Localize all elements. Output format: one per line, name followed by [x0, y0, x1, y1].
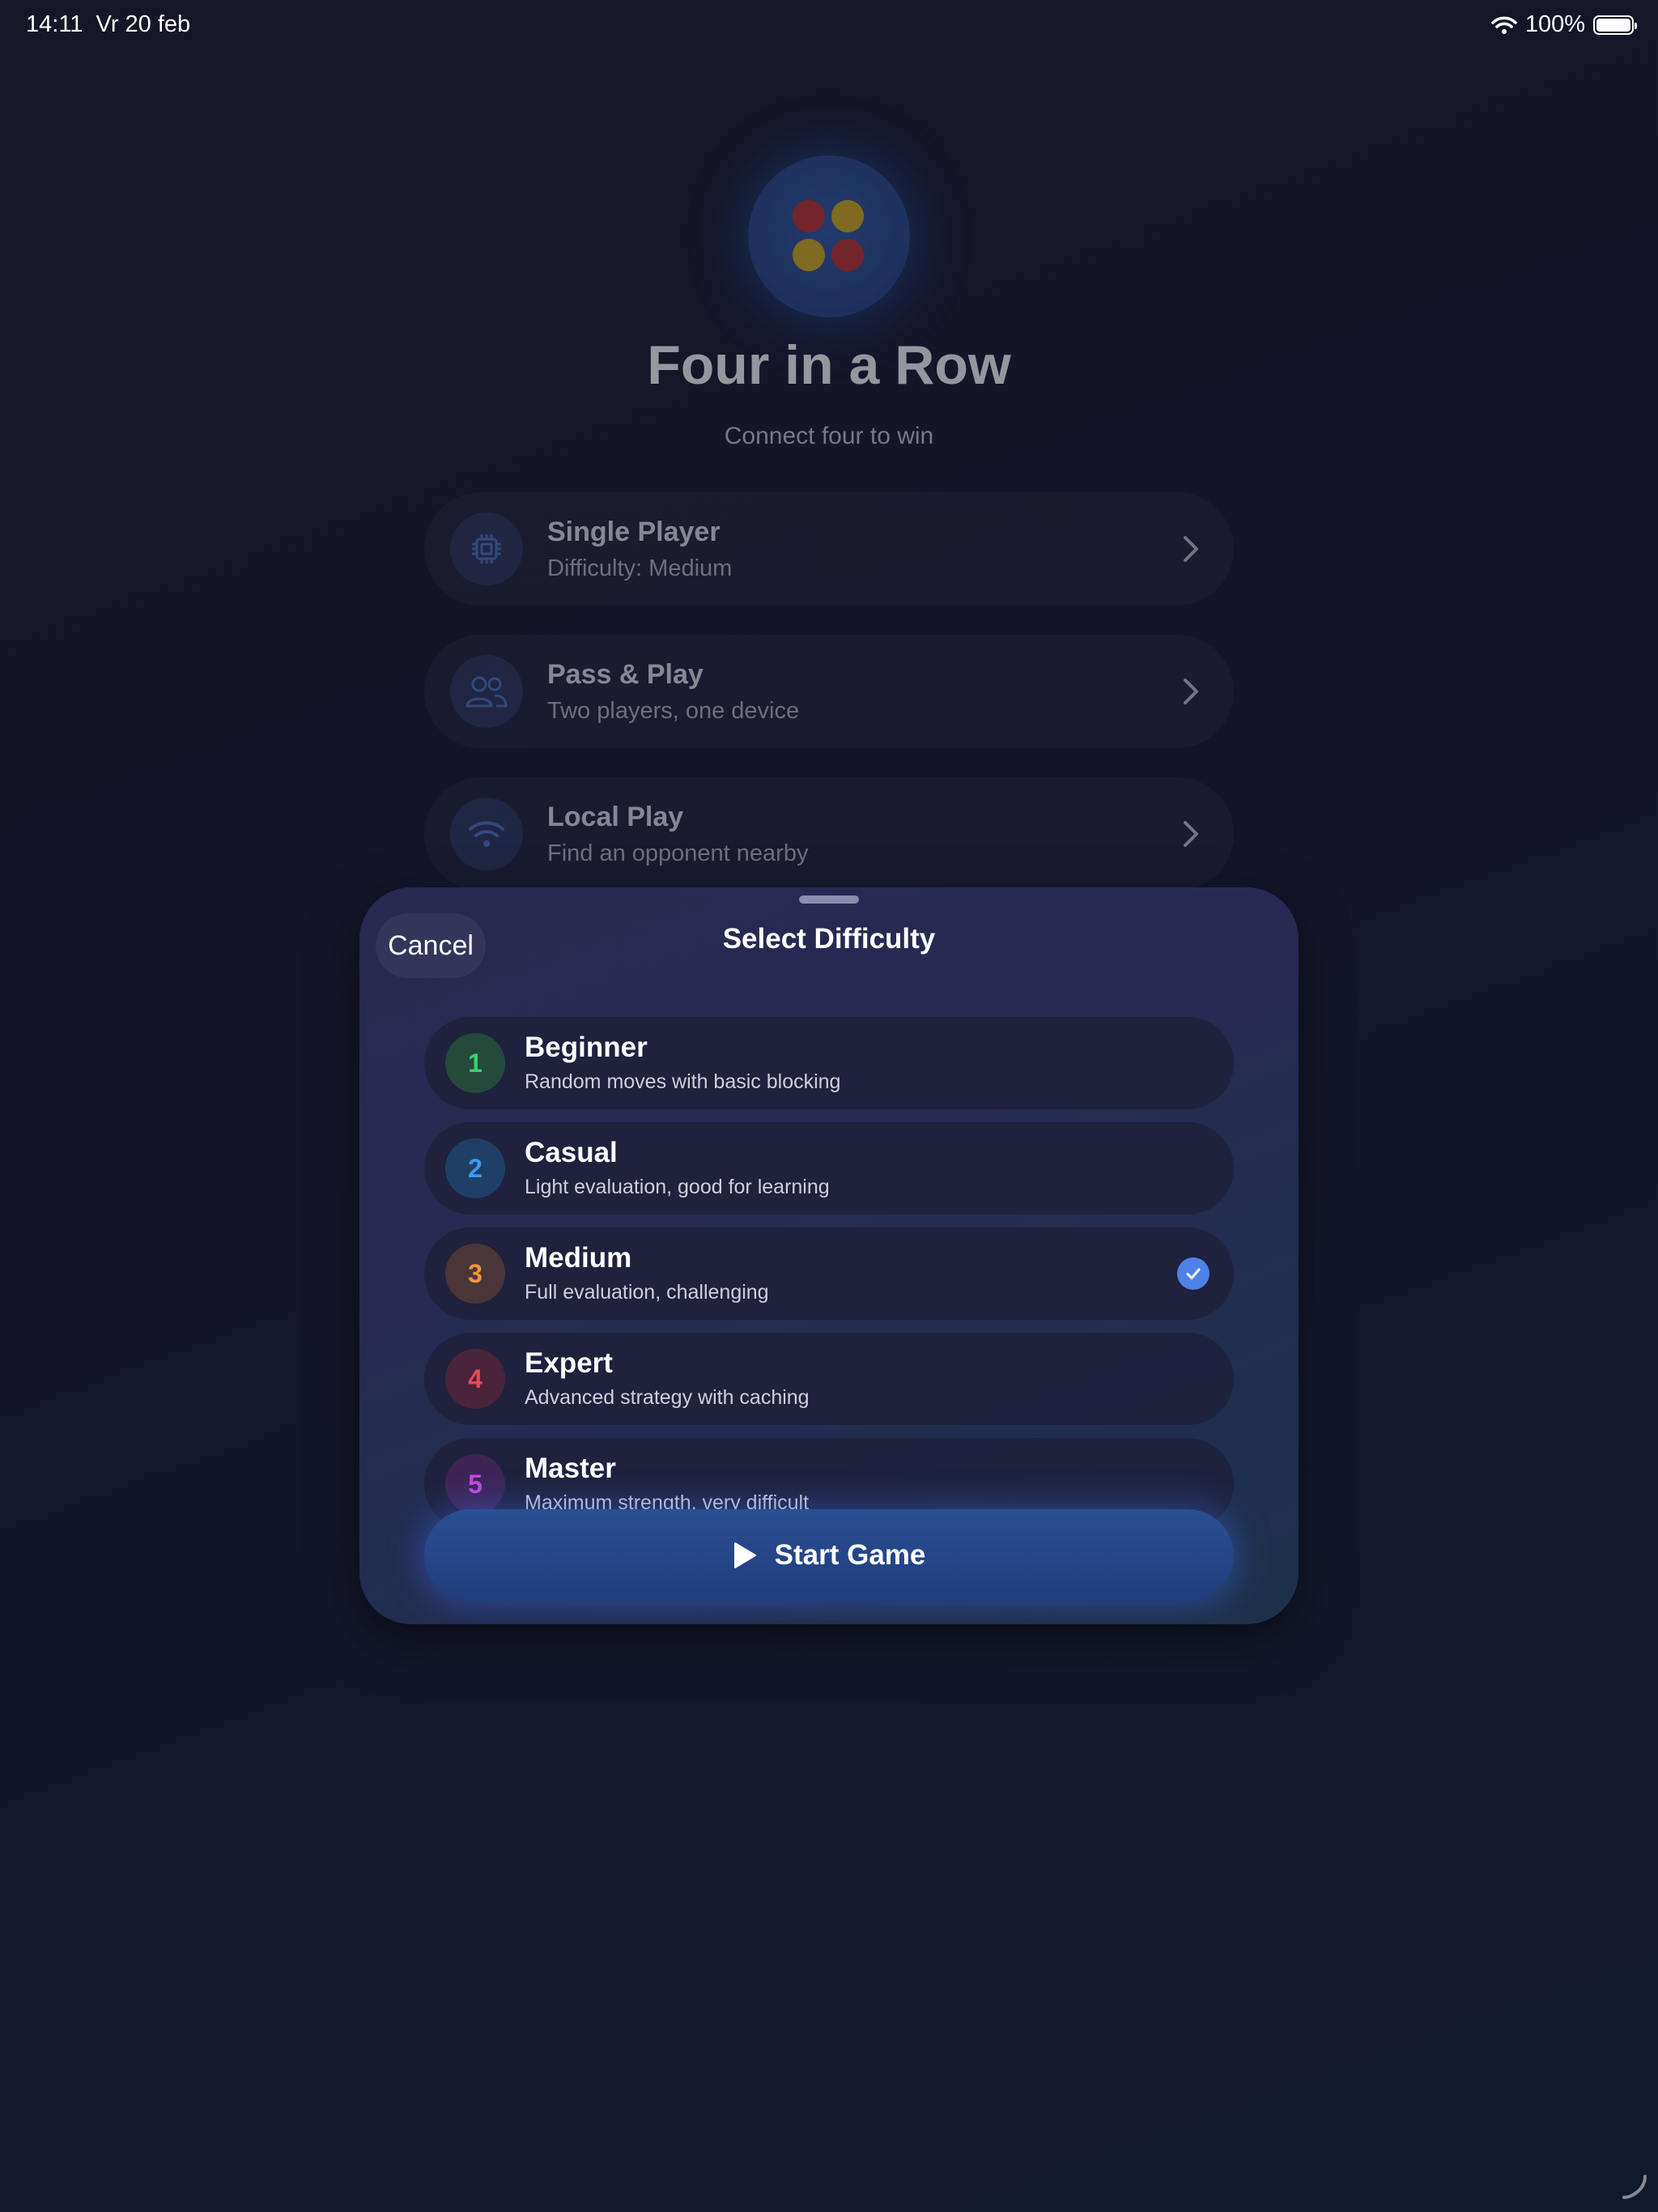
level-title: Medium — [525, 1242, 632, 1274]
menu-item-single-player[interactable]: Single Player Difficulty: Medium — [424, 492, 1234, 606]
menu-item-title: Pass & Play — [547, 659, 704, 690]
sheet-title: Select Difficulty — [722, 923, 936, 955]
level-title: Beginner — [525, 1032, 648, 1063]
chevron-right-icon — [1184, 821, 1198, 847]
menu-item-subtitle: Two players, one device — [547, 698, 800, 724]
level-badge: 4 — [445, 1349, 505, 1409]
level-badge: 1 — [445, 1033, 505, 1093]
level-badge: 3 — [445, 1244, 505, 1304]
menu-item-title: Single Player — [547, 517, 721, 547]
difficulty-sheet: Cancel Select Difficulty 1 Beginner Rand… — [359, 887, 1299, 1624]
app-title: Four in a Row — [647, 334, 1011, 396]
level-description: Advanced strategy with caching — [525, 1386, 810, 1409]
app-subtitle: Connect four to win — [724, 423, 934, 449]
level-title: Expert — [525, 1347, 613, 1379]
home-screen: Four in a Row Connect four to win Single… — [0, 0, 1658, 891]
level-badge: 5 — [445, 1454, 505, 1514]
level-description: Light evaluation, good for learning — [525, 1176, 830, 1198]
start-game-label: Start Game — [774, 1539, 926, 1571]
wifi-icon — [450, 798, 523, 870]
level-title: Casual — [525, 1137, 618, 1168]
checkmark-icon — [1177, 1257, 1209, 1290]
level-badge: 2 — [445, 1138, 505, 1198]
app-logo — [748, 155, 910, 317]
level-description: Random moves with basic blocking — [525, 1070, 841, 1093]
menu-item-pass-and-play[interactable]: Pass & Play Two players, one device — [424, 635, 1234, 748]
red-disc — [793, 200, 825, 232]
difficulty-list: 1 Beginner Random moves with basic block… — [424, 1017, 1234, 1584]
level-description: Full evaluation, challenging — [525, 1281, 769, 1304]
difficulty-row-medium[interactable]: 3 Medium Full evaluation, challenging — [424, 1227, 1234, 1320]
play-icon — [733, 1542, 756, 1568]
yellow-disc — [831, 200, 864, 232]
menu-item-local-play[interactable]: Local Play Find an opponent nearby — [424, 777, 1234, 891]
menu-item-subtitle: Find an opponent nearby — [547, 840, 809, 866]
sheet-grabber[interactable] — [799, 895, 859, 904]
chevron-right-icon — [1184, 536, 1198, 562]
yellow-disc — [793, 239, 825, 271]
start-game-button[interactable]: Start Game — [424, 1509, 1234, 1602]
menu-item-title: Local Play — [547, 802, 684, 832]
cpu-icon — [450, 513, 523, 585]
difficulty-row-expert[interactable]: 4 Expert Advanced strategy with caching — [424, 1333, 1234, 1425]
two-people-icon — [450, 655, 523, 728]
resize-corner-icon — [1622, 2175, 1647, 2199]
difficulty-row-casual[interactable]: 2 Casual Light evaluation, good for lear… — [424, 1122, 1234, 1214]
menu-item-subtitle: Difficulty: Medium — [547, 555, 733, 581]
level-title: Master — [525, 1453, 616, 1484]
difficulty-row-beginner[interactable]: 1 Beginner Random moves with basic block… — [424, 1017, 1234, 1109]
red-disc — [831, 239, 864, 271]
chevron-right-icon — [1184, 678, 1198, 704]
